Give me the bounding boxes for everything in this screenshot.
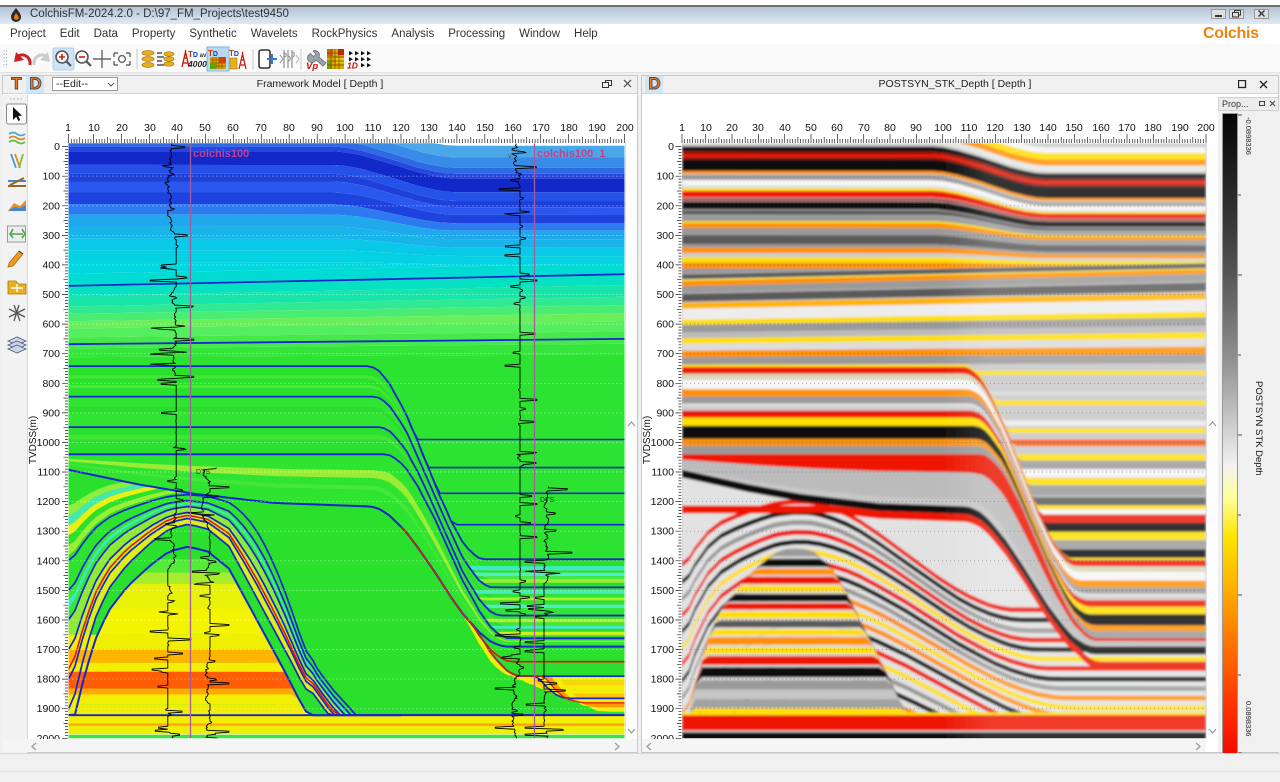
- svg-text:700: 700: [656, 348, 674, 360]
- svg-text:1300: 1300: [651, 526, 675, 538]
- svg-text:1500: 1500: [651, 585, 675, 597]
- svg-text:200: 200: [656, 200, 674, 212]
- svg-text:1100: 1100: [37, 467, 60, 479]
- svg-text:1400: 1400: [651, 555, 675, 567]
- svg-text:1200: 1200: [651, 496, 675, 508]
- svg-text:10: 10: [700, 122, 712, 134]
- svg-text:1100: 1100: [651, 467, 674, 479]
- svg-text:500: 500: [656, 289, 674, 301]
- svg-text:200: 200: [1197, 122, 1215, 134]
- svg-text:40: 40: [171, 122, 183, 134]
- svg-text:colchis100_1: colchis100_1: [537, 148, 606, 160]
- svg-text:90: 90: [311, 122, 323, 134]
- svg-text:10: 10: [88, 122, 100, 134]
- svg-text:50: 50: [805, 122, 817, 134]
- svg-text:POSTSYN STK Depth: POSTSYN STK Depth: [1253, 381, 1264, 476]
- svg-text:1000: 1000: [651, 437, 675, 449]
- svg-text:DTS: DTS: [540, 497, 554, 504]
- svg-text:200: 200: [616, 122, 634, 134]
- svg-text:500: 500: [42, 289, 60, 301]
- svg-text:110: 110: [365, 122, 382, 134]
- svg-text:0: 0: [668, 141, 674, 153]
- svg-text:1800: 1800: [37, 674, 61, 686]
- svg-text:900: 900: [42, 407, 60, 419]
- svg-text:60: 60: [831, 122, 843, 134]
- svg-text:100: 100: [336, 122, 354, 134]
- svg-text:900: 900: [656, 407, 674, 419]
- svg-text:1800: 1800: [651, 674, 675, 686]
- svg-text:300: 300: [42, 230, 60, 242]
- svg-text:60: 60: [227, 122, 239, 134]
- svg-text:140: 140: [448, 122, 466, 134]
- svg-text:1000: 1000: [37, 437, 61, 449]
- svg-text:70: 70: [255, 122, 267, 134]
- svg-text:TVDSS(m): TVDSS(m): [28, 416, 39, 464]
- svg-text:120: 120: [986, 122, 1004, 134]
- svg-text:v: v: [508, 153, 512, 160]
- svg-text:600: 600: [42, 319, 60, 331]
- svg-text:1300: 1300: [37, 526, 61, 538]
- svg-text:110: 110: [961, 122, 978, 134]
- svg-text:1400: 1400: [37, 555, 61, 567]
- svg-text:0.0898336: 0.0898336: [1244, 701, 1253, 736]
- svg-text:800: 800: [42, 378, 60, 390]
- svg-text:170: 170: [1118, 122, 1136, 134]
- svg-text:colchis100: colchis100: [193, 148, 249, 160]
- svg-text:200: 200: [42, 200, 60, 212]
- svg-text:70: 70: [858, 122, 870, 134]
- svg-text:170: 170: [532, 122, 550, 134]
- svg-text:90: 90: [910, 122, 922, 134]
- svg-text:190: 190: [588, 122, 606, 134]
- svg-text:20: 20: [726, 122, 738, 134]
- svg-text:100: 100: [656, 171, 674, 183]
- svg-text:1200: 1200: [37, 496, 61, 508]
- svg-text:50: 50: [199, 122, 211, 134]
- svg-text:DTS: DTS: [196, 469, 210, 476]
- svg-text:1600: 1600: [651, 615, 675, 627]
- svg-text:1700: 1700: [651, 644, 675, 656]
- svg-text:120: 120: [392, 122, 410, 134]
- svg-text:40: 40: [779, 122, 791, 134]
- svg-text:700: 700: [42, 348, 60, 360]
- svg-text:-0.0898336: -0.0898336: [1244, 117, 1253, 155]
- svg-text:600: 600: [656, 319, 674, 331]
- svg-text:TVDSS(m): TVDSS(m): [642, 416, 653, 464]
- svg-text:80: 80: [283, 122, 295, 134]
- svg-text:80: 80: [884, 122, 896, 134]
- svg-text:100: 100: [42, 171, 60, 183]
- svg-text:800: 800: [656, 378, 674, 390]
- svg-text:400: 400: [42, 259, 60, 271]
- svg-text:180: 180: [1144, 122, 1162, 134]
- svg-text:180: 180: [560, 122, 578, 134]
- svg-text:150: 150: [1065, 122, 1083, 134]
- svg-text:1: 1: [679, 122, 685, 134]
- svg-text:1900: 1900: [37, 703, 61, 715]
- svg-text:160: 160: [1092, 122, 1110, 134]
- svg-text:160: 160: [504, 122, 522, 134]
- svg-text:300: 300: [656, 230, 674, 242]
- svg-text:1: 1: [65, 122, 71, 134]
- svg-text:190: 190: [1171, 122, 1189, 134]
- svg-text:130: 130: [420, 122, 438, 134]
- svg-text:400: 400: [656, 259, 674, 271]
- svg-text:130: 130: [1013, 122, 1031, 134]
- svg-text:140: 140: [1039, 122, 1057, 134]
- svg-text:1500: 1500: [37, 585, 61, 597]
- svg-text:100: 100: [934, 122, 952, 134]
- svg-text:0: 0: [54, 141, 60, 153]
- svg-text:1700: 1700: [37, 644, 61, 656]
- svg-text:20: 20: [116, 122, 128, 134]
- svg-text:150: 150: [476, 122, 494, 134]
- svg-text:1600: 1600: [37, 615, 61, 627]
- svg-text:30: 30: [752, 122, 764, 134]
- svg-text:30: 30: [144, 122, 156, 134]
- svg-text:1900: 1900: [651, 703, 675, 715]
